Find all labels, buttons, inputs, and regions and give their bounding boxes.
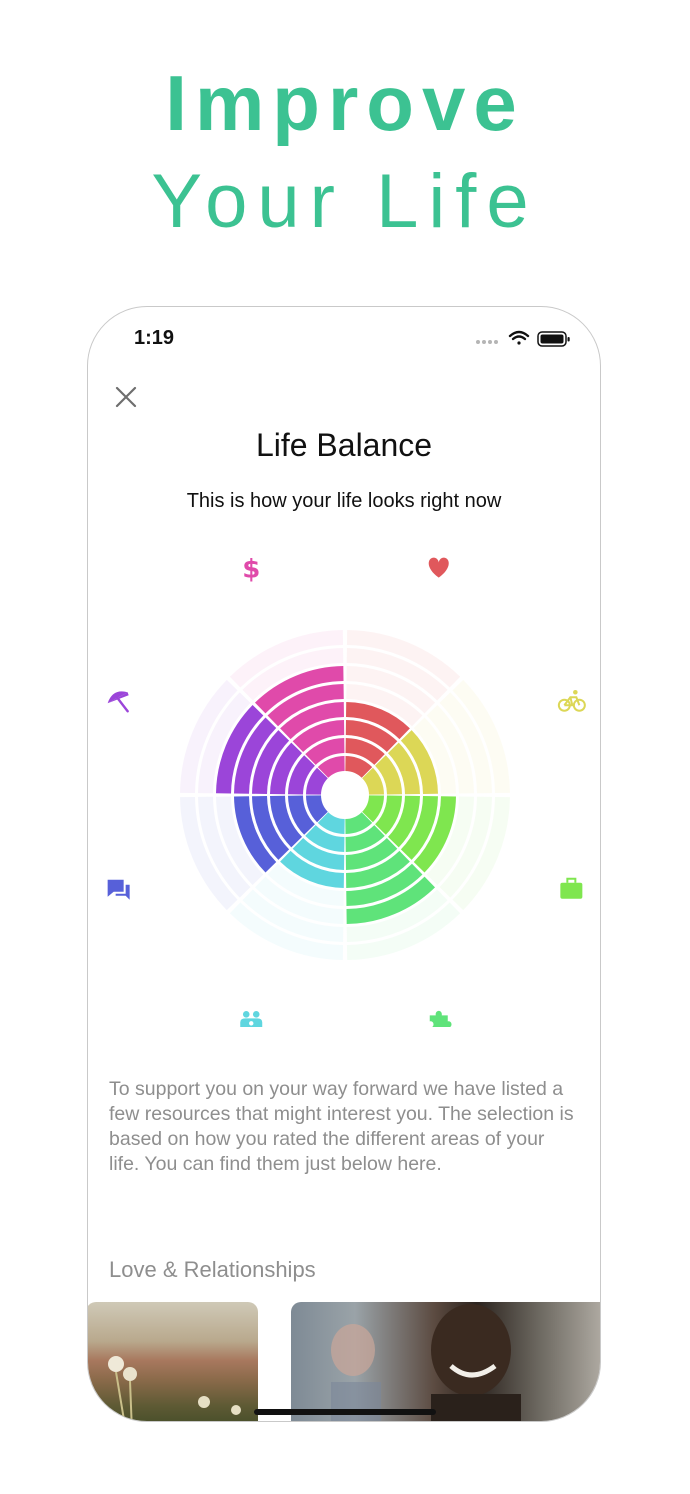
chat-icon[interactable] (107, 879, 130, 900)
svg-text:$: $ (242, 555, 260, 585)
headline-improve: Improve (165, 59, 525, 147)
page-subtitle: This is how your life looks right now (186, 490, 502, 512)
bicycle-icon[interactable] (557, 689, 586, 712)
dollar-icon[interactable]: $ (242, 555, 260, 585)
wifi-icon (508, 330, 530, 345)
page-title: Life Balance (255, 427, 433, 463)
close-icon (115, 386, 137, 408)
battery-icon (537, 331, 570, 347)
heart-icon[interactable] (428, 557, 449, 578)
briefcase-icon[interactable] (560, 877, 583, 899)
phone-frame: 1:19 Life Balance This is how your life … (87, 306, 601, 1422)
resources-description: To support you on your way forward we ha… (109, 1078, 574, 1175)
home-indicator[interactable] (254, 1409, 436, 1415)
puzzle-icon[interactable] (429, 1010, 452, 1027)
resource-card-flowers[interactable] (88, 1302, 258, 1421)
signal-dots-icon (476, 340, 498, 344)
flower-image (108, 1356, 241, 1421)
status-icons (476, 330, 570, 347)
umbrella-icon[interactable] (107, 691, 129, 713)
section-title-love: Love & Relationships (109, 1257, 316, 1282)
headline-your-life: Your Life (151, 159, 539, 244)
family-icon[interactable] (240, 1011, 263, 1027)
status-time: 1:19 (134, 327, 175, 349)
child-photo-image (331, 1304, 521, 1421)
life-balance-wheel: $ (107, 555, 586, 1027)
resource-card-smiling-child[interactable] (291, 1302, 600, 1421)
close-button[interactable] (112, 383, 140, 411)
